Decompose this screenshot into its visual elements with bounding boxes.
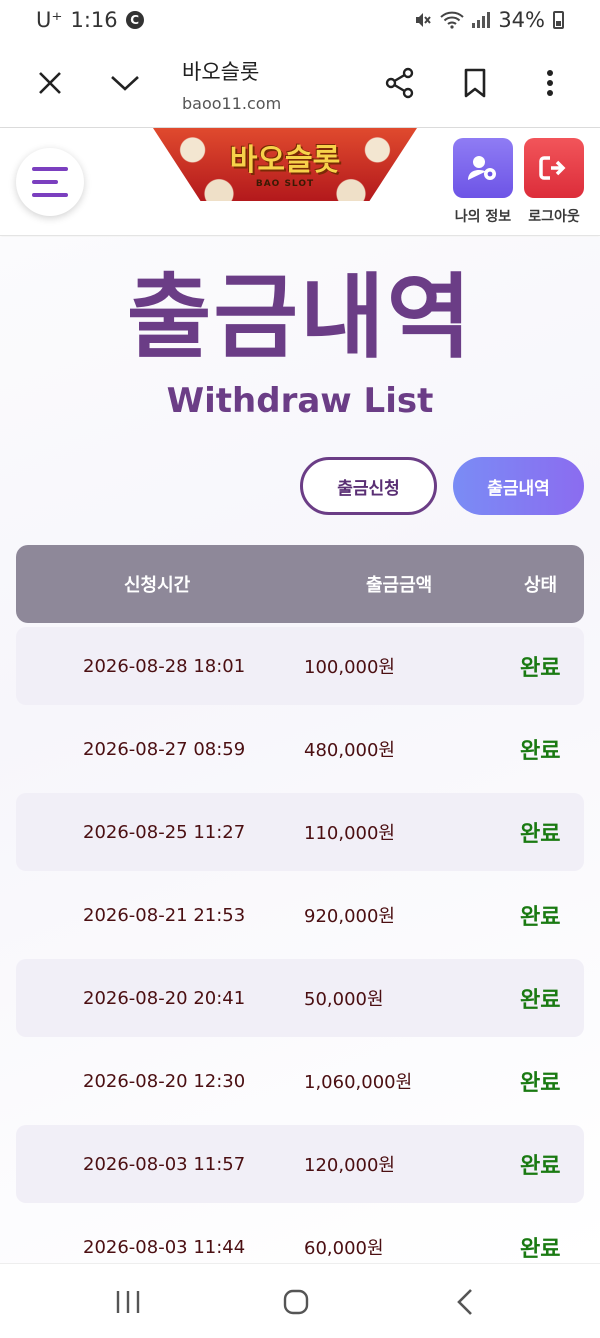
row-amount: 110,000원 [304,823,395,844]
row-time: 2026-08-28 18:01 [83,655,246,677]
hamburger-menu-button[interactable] [16,148,84,216]
row-status: 완료 [520,905,561,930]
url-block[interactable]: 바오슬롯 baoo11.com [182,56,281,113]
withdraw-history-button[interactable]: 출금내역 [453,457,584,515]
row-status: 완료 [520,822,561,847]
withdraw-list: 2026-08-28 18:01 100,000원 완료 2026-08-27 … [16,627,584,1263]
row-time: 2026-08-25 11:27 [83,821,246,843]
recent-apps-icon[interactable] [108,1284,148,1320]
logout-label: 로그아웃 [528,209,580,225]
page-title: 출금내역 [126,264,474,371]
carrier-badge-icon: C [125,11,144,29]
menu-line-icon [32,167,68,171]
row-status: 완료 [520,656,561,681]
status-bar: U⁺ 1:16 C 34% [0,0,600,40]
row-amount: 60,000원 [304,1238,384,1259]
battery-percent: 34% [498,8,545,32]
chevron-down-icon[interactable] [100,58,150,108]
status-right: 34% [414,8,564,32]
bookmark-icon[interactable] [450,58,500,108]
my-info-label: 나의 정보 [454,209,512,225]
row-time: 2026-08-20 20:41 [83,987,246,1009]
table-row: 2026-08-28 18:01 100,000원 완료 [16,627,584,705]
my-info-button[interactable]: 나의 정보 [453,138,513,226]
row-amount: 920,000원 [304,906,395,927]
row-status: 완료 [520,739,561,764]
logout-button[interactable]: 로그아웃 [524,138,584,226]
row-amount: 120,000원 [304,1155,395,1176]
close-icon[interactable] [25,58,75,108]
more-vert-icon[interactable] [525,58,575,108]
system-nav-bar [0,1263,600,1338]
url-host: baoo11.com [182,94,282,113]
row-amount: 480,000원 [304,740,395,761]
signal-icon [472,12,491,28]
logout-icon [524,138,584,198]
site-logo[interactable]: 바오슬롯 BAO SLOT [153,128,417,201]
wifi-icon [440,11,464,29]
table-row: 2026-08-21 21:53 920,000원 완료 [16,876,584,954]
menu-line-icon [32,180,58,184]
clock: 1:16 [70,8,118,32]
table-row: 2026-08-20 20:41 50,000원 완료 [16,959,584,1037]
row-time: 2026-08-03 11:57 [83,1153,246,1175]
row-time: 2026-08-21 21:53 [83,904,246,926]
page-subtitle: Withdraw List [166,381,434,421]
home-icon[interactable] [276,1284,316,1320]
battery-icon [553,11,564,29]
logo-text: 바오슬롯 [229,142,341,178]
column-header-status: 상태 [524,575,558,596]
carrier-label: U⁺ [36,8,63,32]
row-time: 2026-08-03 11:44 [83,1236,246,1258]
table-row: 2026-08-27 08:59 480,000원 완료 [16,710,584,788]
row-status: 완료 [520,1154,561,1179]
row-status: 완료 [520,988,561,1013]
table-row: 2026-08-03 11:44 60,000원 완료 [16,1208,584,1263]
menu-line-icon [32,193,68,197]
table-row: 2026-08-03 11:57 120,000원 완료 [16,1125,584,1203]
status-left: U⁺ 1:16 C [36,8,144,32]
column-header-amount: 출금금액 [366,575,433,596]
row-status: 완료 [520,1237,561,1262]
withdraw-apply-button[interactable]: 출금신청 [300,457,437,515]
row-time: 2026-08-20 12:30 [83,1070,246,1092]
logo-subtext: BAO SLOT [255,178,315,189]
back-icon[interactable] [445,1284,485,1320]
main-content: 출금내역 Withdraw List 출금신청 출금내역 신청시간 출금금액 상… [0,237,600,1263]
tab-page-title: 바오슬롯 [182,60,260,84]
share-icon[interactable] [375,58,425,108]
table-row: 2026-08-20 12:30 1,060,000원 완료 [16,1042,584,1120]
row-amount: 50,000원 [304,989,384,1010]
user-settings-icon [453,138,513,198]
row-status: 완료 [520,1071,561,1096]
row-amount: 100,000원 [304,657,395,678]
browser-toolbar: 바오슬롯 baoo11.com [0,40,600,128]
mute-icon [416,13,432,27]
row-time: 2026-08-27 08:59 [83,738,246,760]
column-header-time: 신청시간 [124,575,191,596]
table-header: 신청시간 출금금액 상태 [16,545,584,623]
table-row: 2026-08-25 11:27 110,000원 완료 [16,793,584,871]
site-header: 바오슬롯 BAO SLOT 나의 정보 로그아웃 [0,128,600,236]
row-amount: 1,060,000원 [304,1072,413,1093]
